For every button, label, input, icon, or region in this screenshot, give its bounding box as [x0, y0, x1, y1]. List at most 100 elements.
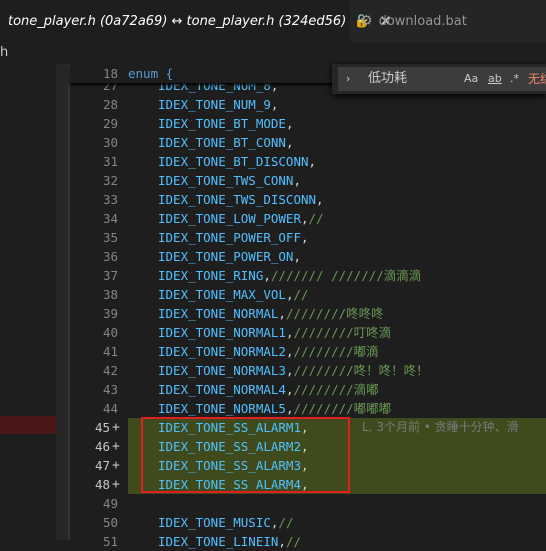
sticky-line-number: 18	[102, 66, 118, 81]
line-number: 43	[102, 382, 118, 397]
identifier: IDEX_TONE_POWER_OFF	[158, 230, 301, 245]
identifier: IDEX_TONE_LINEIN	[158, 534, 279, 549]
comment: ////////嘟嘟嘟	[293, 401, 392, 416]
tab-diff-tone-player[interactable]: tone_player.h (0a72a69) ↔ tone_player.h …	[0, 0, 392, 42]
punctuation: ,	[301, 211, 309, 226]
code-line[interactable]: IDEX_TONE_POWER_OFF,	[158, 228, 309, 247]
line-number: 36	[102, 249, 118, 264]
chevron-right-icon[interactable]: ›	[346, 67, 350, 91]
comment: //	[278, 515, 294, 530]
identifier: IDEX_TONE_NUM_9	[158, 97, 271, 112]
comment: //	[293, 287, 309, 302]
punctuation: ,	[316, 192, 324, 207]
tab-title: tone_player.h (0a72a69) ↔ tone_player.h …	[8, 13, 347, 29]
find-query: 低功耗	[368, 71, 408, 86]
punctuation: ,	[285, 135, 294, 150]
identifier: IDEX_TONE_BT_MODE	[158, 116, 286, 131]
added-line-marker: +	[112, 458, 120, 473]
code-line[interactable]: IDEX_TONE_TWS_DISCONN,	[158, 190, 324, 209]
line-number: 38	[102, 287, 118, 302]
comment: ////////咚！咚！咚！	[293, 363, 429, 378]
line-number: 41	[102, 344, 118, 359]
code-line[interactable]: IDEX_TONE_NORMAL1,////////叮咚滴	[158, 323, 391, 342]
punctuation: ,	[293, 173, 301, 188]
original-pane	[0, 64, 70, 540]
breadcrumb-item[interactable]: h	[0, 45, 8, 60]
punctuation: ,	[263, 268, 271, 283]
line-number: 34	[102, 211, 118, 226]
punctuation: ,	[285, 116, 294, 131]
tab-download-bat[interactable]: ⚙ download.bat	[350, 0, 470, 42]
code-line[interactable]: IDEX_TONE_TWS_CONN,	[158, 171, 301, 190]
code-line[interactable]: IDEX_TONE_NORMAL4,////////滴嘟	[158, 380, 379, 399]
identifier: IDEX_TONE_BT_DISCONN	[158, 154, 309, 169]
punctuation: ,	[270, 97, 279, 112]
scrollbar[interactable]	[56, 64, 68, 540]
identifier: IDEX_TONE_NORMAL	[158, 306, 279, 321]
identifier: IDEX_TONE_TWS_DISCONN	[158, 192, 317, 207]
line-number: 49	[102, 496, 118, 511]
identifier: IDEX_TONE_NORMAL3	[158, 363, 286, 378]
find-input[interactable]: › 低功耗 Aa ab .* 无结果	[338, 67, 546, 91]
line-number: 39	[102, 306, 118, 321]
added-line-marker: +	[112, 477, 120, 492]
regex-toggle[interactable]: .*	[510, 67, 519, 91]
code-line[interactable]: IDEX_TONE_NORMAL3,////////咚！咚！咚！	[158, 361, 429, 380]
line-number: 31	[102, 154, 118, 169]
line-number: 50	[102, 515, 118, 530]
match-case-toggle[interactable]: Aa	[464, 67, 478, 91]
code-line[interactable]: IDEX_TONE_NORMAL5,////////嘟嘟嘟	[158, 399, 391, 418]
line-number: 30	[102, 135, 118, 150]
line-number: 33	[102, 192, 118, 207]
line-number: 28	[102, 97, 118, 112]
code-line[interactable]: IDEX_TONE_POWER_ON,	[158, 247, 301, 266]
code-line[interactable]: IDEX_TONE_LINEIN,//	[158, 532, 301, 551]
tab-title: download.bat	[378, 13, 467, 29]
identifier: IDEX_TONE_POWER_ON	[158, 249, 294, 264]
git-blame-annotation: L, 3个月前 • 贪睡十分钟、滑	[362, 420, 519, 434]
code-line[interactable]: IDEX_TONE_NUM_9,	[158, 95, 278, 114]
line-number: 47	[94, 458, 110, 473]
line-number: 51	[102, 534, 118, 549]
line-number: 45	[94, 420, 110, 435]
removed-line-highlight	[0, 416, 56, 434]
identifier: IDEX_TONE_NORMAL4	[158, 382, 286, 397]
code-line[interactable]: IDEX_TONE_RING,/////// ///////滴滴滴	[158, 266, 421, 285]
punctuation: ,	[278, 534, 286, 549]
comment: ////////滴嘟	[293, 382, 379, 397]
line-number: 40	[102, 325, 118, 340]
code-line[interactable]: IDEX_TONE_BT_MODE,	[158, 114, 293, 133]
identifier: IDEX_TONE_MUSIC	[158, 515, 271, 530]
line-number: 35	[102, 230, 118, 245]
whole-word-toggle[interactable]: ab	[488, 67, 502, 91]
comment: //	[308, 211, 324, 226]
find-result-status: 无结果	[528, 72, 546, 86]
identifier: IDEX_TONE_NORMAL5	[158, 401, 286, 416]
punctuation: ,	[293, 249, 301, 264]
comment: ////////嘟滴	[293, 344, 379, 359]
highlight-box	[141, 417, 350, 493]
code-line[interactable]: IDEX_TONE_LOW_POWER,//	[158, 209, 324, 228]
code-line[interactable]: IDEX_TONE_NORMAL,////////咚咚咚	[158, 304, 384, 323]
identifier: IDEX_TONE_BT_CONN	[158, 135, 286, 150]
punctuation: ,	[278, 306, 286, 321]
identifier: IDEX_TONE_NORMAL2	[158, 344, 286, 359]
line-number: 42	[102, 363, 118, 378]
punctuation: ,	[301, 230, 309, 245]
added-line-marker: +	[112, 420, 120, 435]
line-number: 48	[94, 477, 110, 492]
code-line[interactable]: IDEX_TONE_MAX_VOL,//	[158, 285, 309, 304]
comment: ////////咚咚咚	[285, 306, 384, 321]
code-line[interactable]: IDEX_TONE_BT_DISCONN,	[158, 152, 316, 171]
punctuation: ,	[308, 154, 317, 169]
comment: /////// ///////滴滴滴	[270, 268, 422, 283]
breadcrumb[interactable]: h	[0, 42, 546, 64]
code-line[interactable]: IDEX_TONE_MUSIC,//	[158, 513, 293, 532]
sticky-code: enum {	[128, 66, 174, 81]
comment: ////////叮咚滴	[293, 325, 392, 340]
identifier: IDEX_TONE_MAX_VOL	[158, 287, 286, 302]
gear-icon: ⚙	[360, 13, 373, 29]
code-line[interactable]: IDEX_TONE_NORMAL2,////////嘟滴	[158, 342, 379, 361]
code-line[interactable]: IDEX_TONE_BT_CONN,	[158, 133, 293, 152]
identifier: IDEX_TONE_NORMAL1	[158, 325, 286, 340]
